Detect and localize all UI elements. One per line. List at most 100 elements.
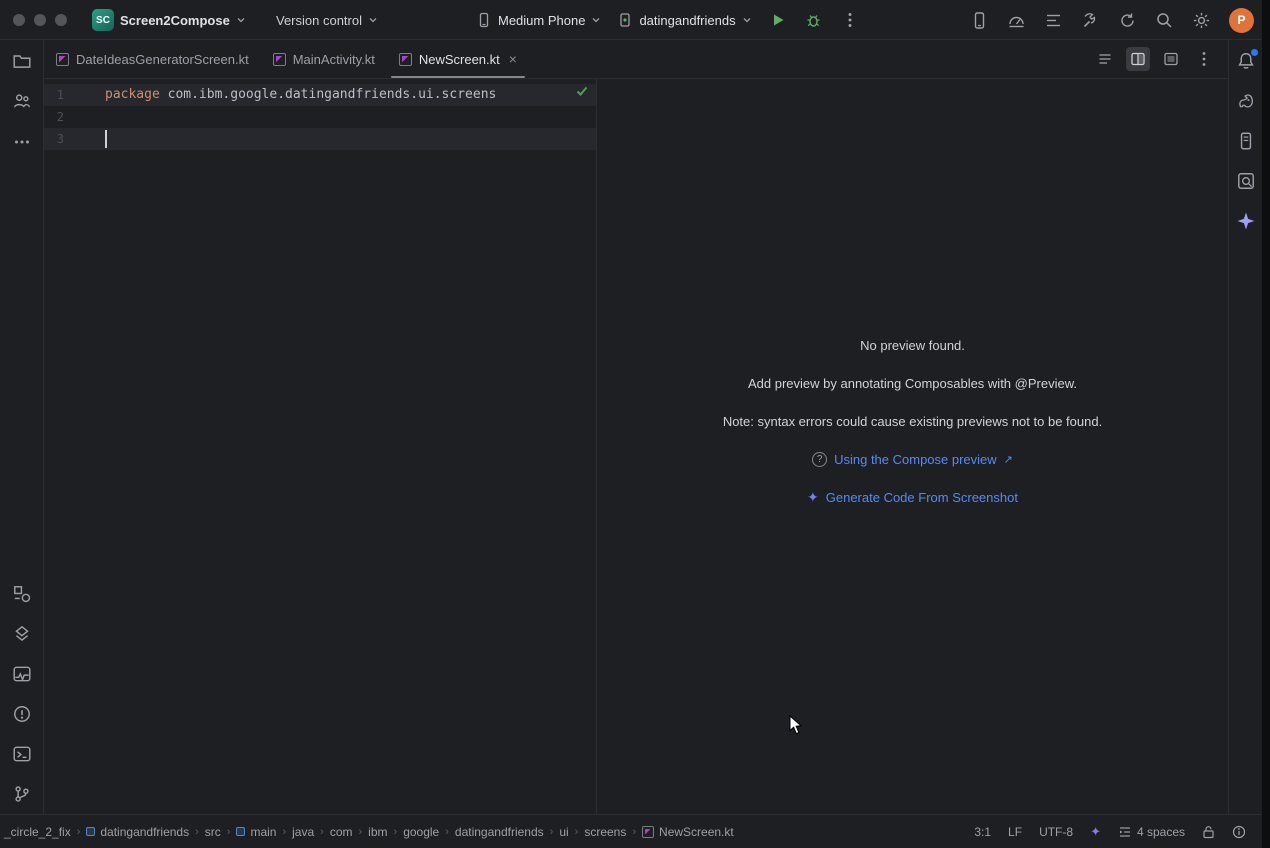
terminal-icon[interactable] bbox=[11, 743, 33, 765]
code-text: package com.ibm.google.datingandfriends.… bbox=[105, 84, 496, 106]
breadcrumb-separator: › bbox=[392, 826, 400, 838]
breadcrumb-item[interactable]: screens bbox=[584, 825, 626, 839]
git-branch-icon[interactable] bbox=[11, 783, 33, 805]
line-number[interactable]: 2 bbox=[44, 106, 64, 128]
notifications-bell-icon[interactable] bbox=[1235, 50, 1257, 72]
tab-label: MainActivity.kt bbox=[293, 52, 375, 67]
notification-dot bbox=[1251, 49, 1258, 56]
tab-dateideasgeneratorscreen[interactable]: DateIdeasGeneratorScreen.kt bbox=[44, 40, 261, 78]
caret-position-widget[interactable]: 3:1 bbox=[974, 825, 991, 839]
titlebar: SC Screen2Compose Version control Medium… bbox=[0, 0, 1270, 40]
gradle-icon[interactable] bbox=[1235, 90, 1257, 112]
breadcrumb-item[interactable]: main bbox=[236, 825, 276, 839]
app-inspection-icon[interactable] bbox=[1235, 170, 1257, 192]
tab-close-icon[interactable]: × bbox=[509, 52, 517, 66]
breadcrumb-separator: › bbox=[573, 826, 581, 838]
breadcrumb-item-file[interactable]: NewScreen.kt bbox=[642, 825, 734, 839]
code-line-3: 3 bbox=[44, 128, 596, 150]
window-minimize-button[interactable] bbox=[34, 14, 46, 26]
chevron-down-icon bbox=[591, 15, 601, 25]
device-explorer-icon[interactable] bbox=[1235, 130, 1257, 152]
tab-label: NewScreen.kt bbox=[419, 52, 500, 67]
file-lock-icon[interactable] bbox=[1202, 825, 1215, 839]
problems-icon[interactable] bbox=[11, 703, 33, 725]
generate-link-label: Generate Code From Screenshot bbox=[826, 490, 1018, 505]
status-bar: _circle_2_fix › datingandfriends › src ›… bbox=[0, 814, 1262, 848]
layers-icon[interactable] bbox=[11, 623, 33, 645]
sync-project-icon[interactable] bbox=[1118, 11, 1137, 30]
breadcrumb-item[interactable]: datingandfriends bbox=[86, 825, 189, 839]
code-view-icon[interactable] bbox=[1093, 47, 1117, 71]
run-button[interactable] bbox=[764, 6, 792, 34]
compose-preview-docs-link[interactable]: ? Using the Compose preview ↗ bbox=[597, 449, 1228, 469]
settings-gear-icon[interactable] bbox=[1192, 11, 1211, 30]
chevron-down-icon bbox=[236, 15, 246, 25]
module-icon bbox=[86, 827, 95, 836]
running-devices-icon[interactable] bbox=[970, 11, 989, 30]
sparkle-icon: ✦ bbox=[807, 489, 819, 506]
generate-code-from-screenshot-link[interactable]: ✦ Generate Code From Screenshot bbox=[597, 487, 1228, 507]
run-play-icon bbox=[770, 12, 786, 28]
breadcrumb-separator: › bbox=[357, 826, 365, 838]
chevron-down-icon bbox=[742, 15, 752, 25]
window-zoom-button[interactable] bbox=[55, 14, 67, 26]
window-edge bbox=[1262, 0, 1270, 848]
project-name: Screen2Compose bbox=[120, 13, 230, 28]
logcat-icon[interactable] bbox=[1044, 11, 1063, 30]
breadcrumb-item[interactable]: com bbox=[330, 825, 353, 839]
help-icon: ? bbox=[812, 452, 827, 467]
project-selector[interactable]: Screen2Compose bbox=[120, 0, 246, 40]
run-configuration-selector[interactable]: datingandfriends bbox=[613, 5, 755, 35]
breadcrumb-item[interactable]: _circle_2_fix bbox=[4, 825, 71, 839]
version-control-menu[interactable]: Version control bbox=[276, 0, 378, 40]
app-quality-insights-icon[interactable] bbox=[11, 663, 33, 685]
right-tool-stripe bbox=[1228, 40, 1262, 814]
debug-button[interactable] bbox=[800, 6, 828, 34]
indent-widget[interactable]: 4 spaces bbox=[1118, 825, 1185, 839]
device-selector-label: Medium Phone bbox=[498, 13, 585, 28]
info-icon[interactable] bbox=[1232, 825, 1246, 839]
phone-icon bbox=[476, 12, 492, 28]
code-editor[interactable]: 1 package com.ibm.google.datingandfriend… bbox=[44, 79, 596, 814]
more-run-actions-button[interactable] bbox=[836, 6, 864, 34]
breadcrumb-item[interactable]: datingandfriends bbox=[455, 825, 544, 839]
project-folder-icon[interactable] bbox=[11, 50, 33, 72]
breadcrumb-item[interactable]: java bbox=[292, 825, 314, 839]
window-close-button[interactable] bbox=[13, 14, 25, 26]
debug-bug-icon bbox=[805, 12, 822, 29]
line-number[interactable]: 3 bbox=[44, 128, 64, 150]
design-view-icon[interactable] bbox=[1159, 47, 1183, 71]
profiler-icon[interactable] bbox=[1007, 11, 1026, 30]
breadcrumb-item[interactable]: ui bbox=[559, 825, 568, 839]
tab-mainactivity[interactable]: MainActivity.kt bbox=[261, 40, 387, 78]
breadcrumb-separator: › bbox=[548, 826, 556, 838]
breadcrumb-item[interactable]: google bbox=[403, 825, 439, 839]
people-icon[interactable] bbox=[11, 90, 33, 112]
profile-avatar[interactable]: P bbox=[1229, 8, 1254, 33]
preview-message-note: Note: syntax errors could cause existing… bbox=[597, 412, 1228, 432]
breadcrumb-item[interactable]: src bbox=[205, 825, 221, 839]
line-separator-widget[interactable]: LF bbox=[1008, 825, 1022, 839]
gemini-status-icon[interactable]: ✦ bbox=[1090, 824, 1101, 840]
encoding-widget[interactable]: UTF-8 bbox=[1039, 825, 1073, 839]
inspections-ok-icon[interactable] bbox=[575, 84, 589, 98]
tab-newscreen[interactable]: NewScreen.kt × bbox=[387, 40, 529, 78]
tab-label: DateIdeasGeneratorScreen.kt bbox=[76, 52, 249, 67]
resource-manager-icon[interactable] bbox=[11, 583, 33, 605]
compose-preview-pane: No preview found. Add preview by annotat… bbox=[597, 79, 1228, 814]
build-icon[interactable] bbox=[1081, 11, 1100, 30]
search-icon[interactable] bbox=[1155, 11, 1174, 30]
project-logo: SC bbox=[92, 9, 114, 31]
device-selector[interactable]: Medium Phone bbox=[472, 5, 605, 35]
more-tool-windows-icon[interactable] bbox=[11, 131, 33, 153]
window-controls bbox=[13, 14, 67, 26]
breadcrumb-item[interactable]: ibm bbox=[368, 825, 387, 839]
external-link-icon: ↗ bbox=[1004, 453, 1013, 466]
line-number[interactable]: 1 bbox=[44, 84, 64, 106]
gemini-sparkle-icon[interactable] bbox=[1235, 210, 1257, 232]
split-view-icon[interactable] bbox=[1126, 47, 1150, 71]
run-config-device-icon bbox=[617, 12, 633, 28]
tab-options-kebab-icon[interactable] bbox=[1192, 47, 1216, 71]
editor-tabbar: DateIdeasGeneratorScreen.kt MainActivity… bbox=[44, 40, 1228, 79]
module-icon bbox=[236, 827, 245, 836]
